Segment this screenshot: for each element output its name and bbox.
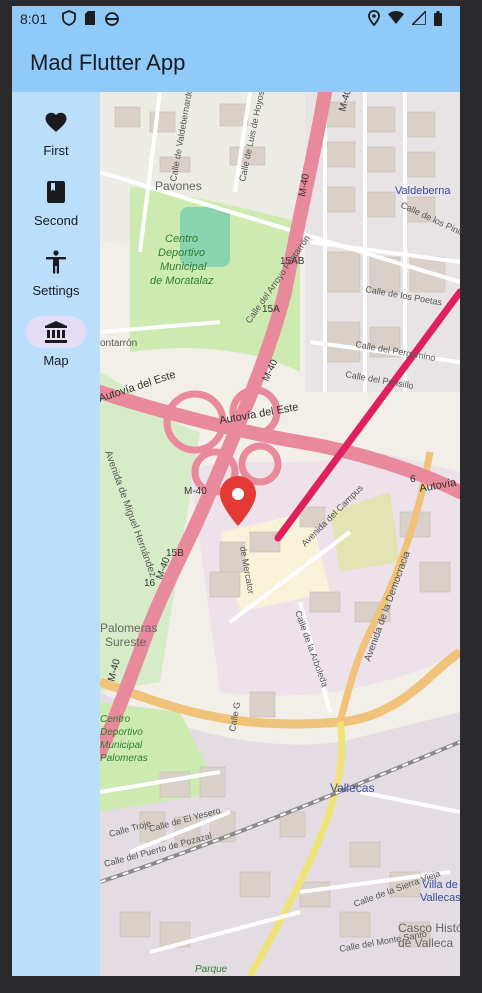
android-icon <box>105 12 119 26</box>
heart-icon <box>45 112 67 132</box>
museum-icon <box>45 321 67 343</box>
map-view[interactable]: Pavones Valdeberna Centro Deportivo Muni… <box>100 92 460 976</box>
label-exit-15b: 15B <box>166 548 184 559</box>
label-moratalaz: de Moratalaz <box>150 275 214 287</box>
nav-item-label: Map <box>43 353 69 368</box>
label-municipal: Municipal <box>160 261 207 273</box>
label-deportivo: Deportivo <box>158 247 205 259</box>
accessibility-icon <box>46 250 66 274</box>
label-municipal-palomeras: Municipal <box>100 740 143 751</box>
app-title: Mad Flutter App <box>30 50 186 75</box>
label-exit-15ab: 15AB <box>280 256 305 267</box>
nav-item-second[interactable]: Second <box>12 176 100 240</box>
navigation-rail: First Second Settings Map <box>12 92 100 976</box>
nav-item-label: Settings <box>32 283 80 298</box>
label-centro: Centro <box>165 233 198 245</box>
map-canvas[interactable]: Pavones Valdeberna Centro Deportivo Muni… <box>100 92 460 976</box>
label-m40: M-40 <box>184 486 207 497</box>
sim-card-icon <box>85 11 95 25</box>
app-bar: Mad Flutter App <box>12 32 460 92</box>
nav-item-label: Second <box>33 213 79 228</box>
label-centro-palomeras: Centro <box>100 714 130 725</box>
wifi-icon <box>388 11 404 24</box>
label-fontarron: ontarrón <box>100 338 137 349</box>
nav-item-settings[interactable]: Settings <box>12 246 100 310</box>
label-parque: Parque <box>195 964 228 975</box>
label-deportivo-palomeras: Deportivo <box>100 727 143 738</box>
label-vallecas: Vallecas <box>330 781 374 795</box>
label-exit-16: 16 <box>144 578 156 589</box>
nav-item-first[interactable]: First <box>12 106 100 170</box>
label-palomeras-park: Palomeras <box>100 753 148 764</box>
location-icon <box>368 10 380 26</box>
label-sureste: Sureste <box>105 635 147 649</box>
nav-selected-indicator <box>26 316 86 348</box>
shield-icon <box>62 10 76 26</box>
nav-item-label: First <box>43 143 69 158</box>
label-pavones: Pavones <box>155 179 202 193</box>
nav-item-map[interactable]: Map <box>12 316 100 380</box>
label-valdebernardo: Valdeberna <box>395 185 451 197</box>
battery-icon <box>434 10 442 26</box>
label-palomeras: Palomeras <box>100 621 157 635</box>
signal-icon <box>412 11 426 25</box>
label-villa-vallecas: Vallecas <box>420 892 460 904</box>
status-bar: 8:01 <box>12 6 460 32</box>
phone-screen: 8:01 Mad Flutter App First Second Settin… <box>12 6 460 976</box>
label-exit-6: 6 <box>410 474 416 485</box>
status-time: 8:01 <box>20 11 48 27</box>
book-icon <box>47 181 65 203</box>
label-exit-15a: 15A <box>262 304 280 315</box>
